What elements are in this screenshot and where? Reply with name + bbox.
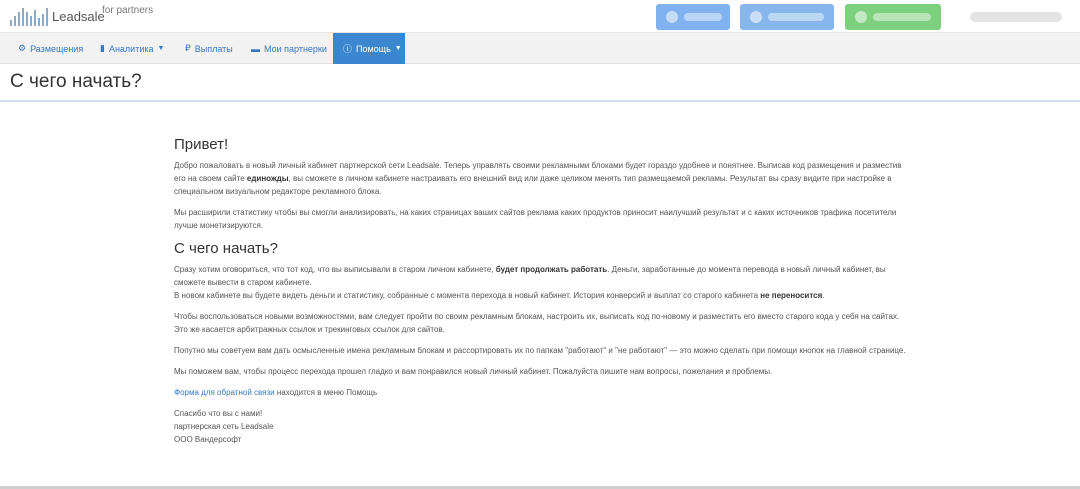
nav-item-help[interactable]: ⓘ Помощь ▼ — [333, 33, 405, 64]
bold-text: не переносится — [760, 291, 823, 300]
leadsale-logo-icon[interactable] — [10, 6, 48, 26]
chevron-down-icon: ▼ — [394, 45, 402, 52]
top-bar: Leadsale for partners — [0, 0, 1080, 33]
paragraph-stats: Мы расширили статистику чтобы вы смогли … — [174, 208, 897, 230]
nav-item-label: Выплаты — [194, 43, 233, 54]
nav-item-label: Размещения — [30, 43, 84, 54]
user-menu[interactable] — [970, 12, 1062, 22]
bar-chart-icon: ▮ — [100, 43, 105, 53]
brand-subtitle: for partners — [102, 5, 154, 16]
signature-line: ООО Вандерсофт — [174, 435, 242, 444]
blurred-icon — [855, 11, 867, 23]
heading-getting-started: С чего начать? — [174, 240, 278, 257]
bold-text: единожды — [246, 174, 289, 183]
card-icon: ▬ — [251, 43, 260, 54]
page-title: С чего начать? — [10, 71, 142, 92]
paragraph-old-code: Сразу хотим оговориться, что тот код, чт… — [174, 263, 914, 302]
text: Сразу хотим оговориться, что тот код, чт… — [174, 265, 496, 274]
paragraph-naming: Попутно мы советуем вам дать осмысленные… — [174, 346, 906, 355]
blurred-icon — [750, 11, 762, 23]
main-nav: ⚙ Размещения ▮ Аналитика ▼ ₽ Выплаты ▬ М… — [0, 33, 1080, 64]
text: В новом кабинете вы будете видеть деньги… — [174, 291, 761, 300]
stats-button[interactable] — [740, 4, 834, 30]
text: . — [822, 291, 825, 300]
heading-greeting: Привет! — [174, 136, 229, 153]
info-icon: ⓘ — [343, 44, 353, 54]
text: находится в меню Помощь — [274, 388, 378, 397]
page-header: С чего начать? — [0, 64, 1080, 102]
chevron-down-icon: ▼ — [157, 45, 165, 52]
paragraph-feedback: Форма для обратной связи находится в мен… — [174, 386, 914, 399]
nav-item-my-programs[interactable]: ▬ Мои партнерки — [251, 33, 327, 64]
article: Привет! Добро пожаловать в новый личный … — [174, 136, 914, 446]
signature: Спасибо что вы с нами! партнерская сеть … — [174, 407, 914, 446]
gear-icon: ⚙ — [18, 43, 27, 53]
nav-item-placements[interactable]: ⚙ Размещения — [18, 33, 83, 64]
nav-item-label: Мои партнерки — [264, 43, 327, 54]
nav-item-payouts[interactable]: ₽ Выплаты — [185, 33, 233, 64]
bold-text: будет продолжать работать — [495, 265, 608, 274]
paragraph-welcome: Добро пожаловать в новый личный кабинет … — [174, 159, 914, 198]
paragraph-new-features: Чтобы воспользоваться новыми возможностя… — [174, 312, 900, 334]
nav-item-label: Помощь — [356, 43, 391, 54]
signature-line: Спасибо что вы с нами! — [174, 409, 263, 418]
nav-item-label: Аналитика — [108, 43, 154, 54]
nav-item-analytics[interactable]: ▮ Аналитика ▼ — [100, 33, 164, 64]
add-button[interactable] — [845, 4, 941, 30]
paragraph-help: Мы поможем вам, чтобы процесс перехода п… — [174, 367, 773, 376]
feedback-form-link[interactable]: Форма для обратной связи — [174, 388, 275, 397]
ruble-icon: ₽ — [185, 43, 191, 53]
signature-line: партнерская сеть Leadsale — [174, 422, 274, 431]
brand-name: Leadsale — [52, 9, 105, 24]
balance-button[interactable] — [656, 4, 730, 30]
blurred-icon — [666, 11, 678, 23]
